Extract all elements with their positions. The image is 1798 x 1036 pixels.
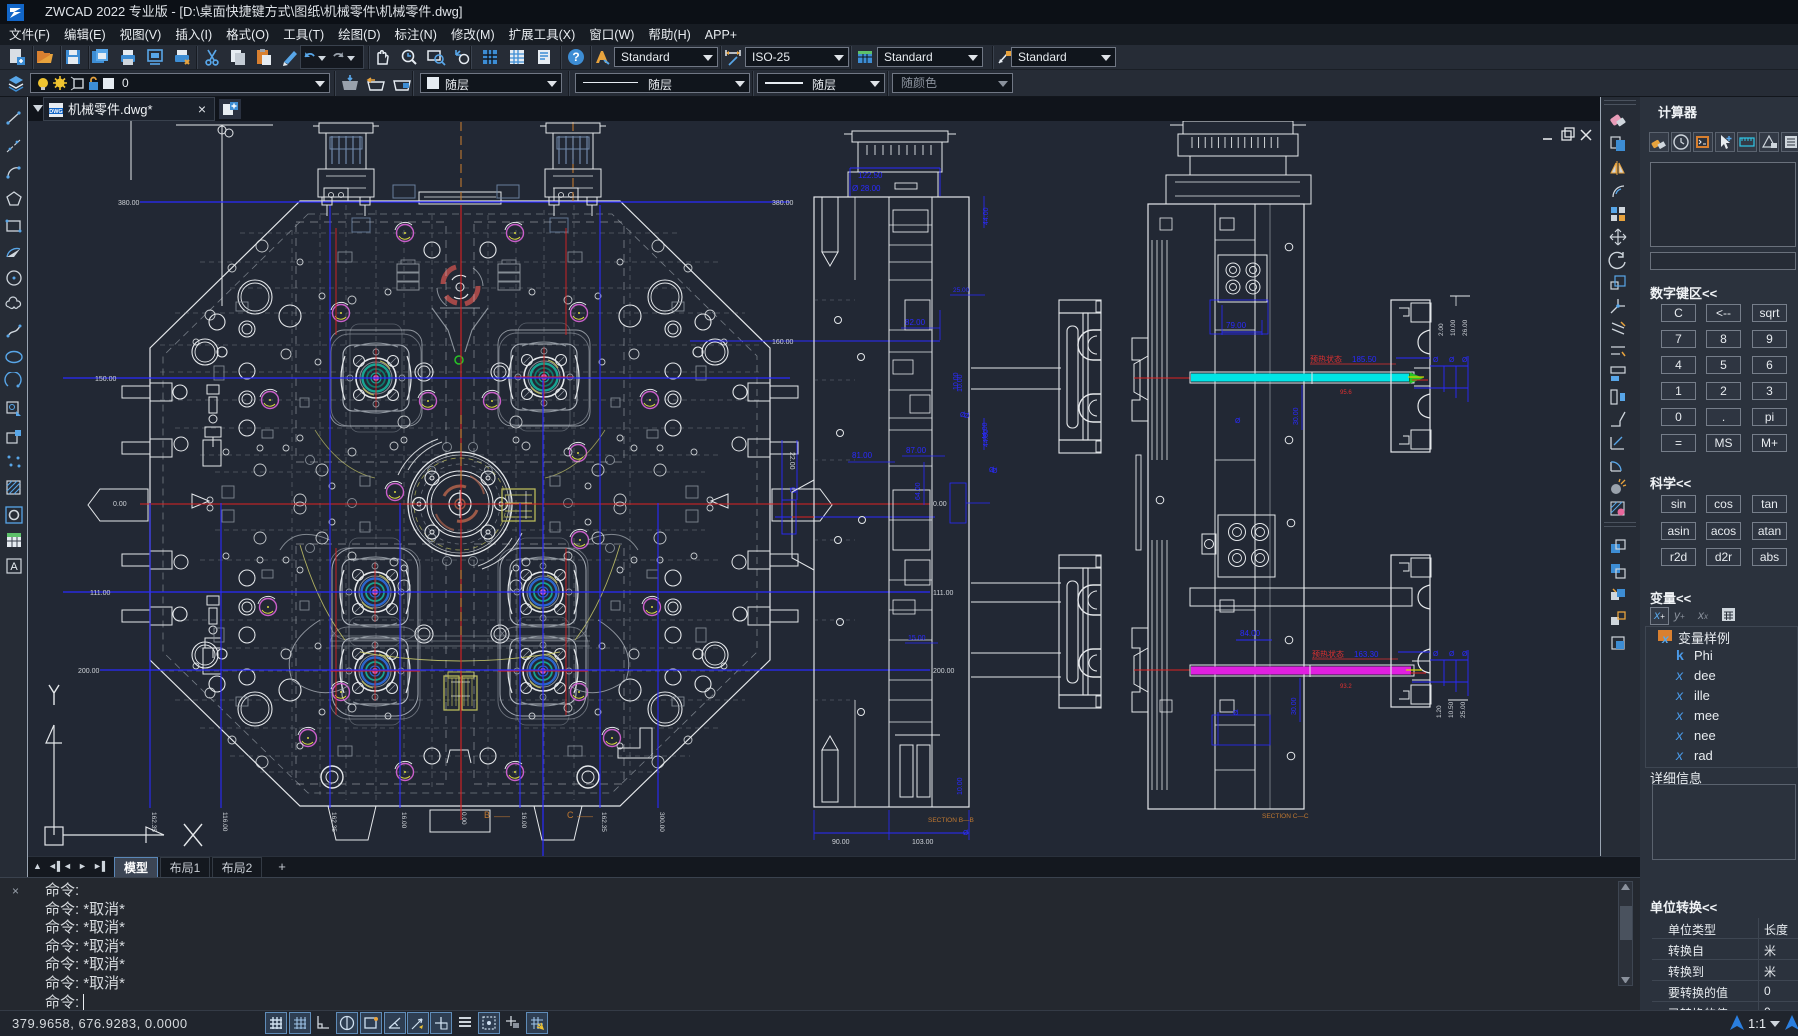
svg-text:Ø: Ø	[1235, 418, 1241, 425]
svg-text:10.00: 10.00	[957, 777, 964, 795]
svg-text:25.00: 25.00	[1460, 701, 1467, 718]
svg-text:DWG: DWG	[49, 109, 62, 115]
svg-text:79.00: 79.00	[1226, 321, 1247, 330]
svg-text:103.00: 103.00	[912, 839, 934, 846]
svg-text:Ø: Ø	[1433, 651, 1439, 658]
svg-text:0.00: 0.00	[933, 501, 947, 508]
svg-text:300.00: 300.00	[658, 812, 665, 832]
svg-text:预热状态: 预热状态	[1310, 354, 1342, 364]
svg-text:25.00: 25.00	[953, 287, 970, 294]
svg-text:1.20: 1.20	[1436, 705, 1443, 718]
svg-text:——: ——	[577, 812, 593, 821]
svg-text:64.00: 64.00	[915, 482, 922, 500]
svg-text:B: B	[484, 810, 490, 820]
svg-text:16.00: 16.00	[520, 812, 527, 829]
svg-text:200.00: 200.00	[933, 668, 955, 675]
svg-text:?: ?	[572, 50, 579, 64]
svg-text:——: ——	[494, 812, 510, 821]
svg-text:87.00: 87.00	[906, 446, 927, 455]
svg-text:C: C	[567, 810, 574, 820]
svg-text:Ø: Ø	[989, 467, 995, 474]
svg-text:380.00: 380.00	[118, 200, 140, 207]
svg-text:Ø: Ø	[1449, 357, 1455, 364]
svg-text:116.00: 116.00	[221, 812, 228, 832]
svg-text:90.00: 90.00	[832, 839, 850, 846]
svg-text:111.00: 111.00	[90, 590, 110, 597]
svg-text:0.00: 0.00	[113, 501, 127, 508]
svg-text:SECTION C—C: SECTION C—C	[1262, 813, 1309, 820]
svg-text:Ø 28.00: Ø 28.00	[852, 184, 881, 193]
svg-text:0.00: 0.00	[460, 812, 467, 825]
svg-text:A: A	[10, 561, 18, 573]
svg-text:81.00: 81.00	[852, 451, 873, 460]
svg-text:93.2: 93.2	[1340, 684, 1352, 690]
svg-text:16.00: 16.00	[400, 812, 407, 829]
svg-text:150.00: 150.00	[95, 376, 117, 383]
svg-text:22.00: 22.00	[788, 452, 795, 470]
svg-text:10.50: 10.50	[1448, 701, 1455, 718]
svg-text:160.00: 160.00	[772, 339, 794, 346]
svg-text:380.00: 380.00	[772, 200, 794, 207]
svg-text:SECTION B—B: SECTION B—B	[928, 817, 974, 824]
svg-text:84.00: 84.00	[1240, 629, 1261, 638]
svg-text:163.30: 163.30	[1354, 650, 1379, 659]
svg-text:95.6: 95.6	[1340, 390, 1352, 396]
svg-text:162.35: 162.35	[600, 812, 607, 832]
svg-text:44.00: 44.00	[982, 422, 989, 440]
svg-text:Ø: Ø	[1233, 710, 1239, 717]
svg-text:30.00: 30.00	[1293, 407, 1300, 425]
svg-text:Ø: Ø	[1462, 651, 1468, 658]
svg-text:Ø: Ø	[960, 412, 966, 419]
svg-text:200.00: 200.00	[78, 668, 100, 675]
svg-text:15.00: 15.00	[908, 635, 926, 642]
svg-text:Ø: Ø	[1462, 357, 1468, 364]
svg-text:185.50: 185.50	[1352, 355, 1377, 364]
svg-text:10.00: 10.00	[1450, 319, 1457, 336]
svg-text:Ø: Ø	[1449, 651, 1455, 658]
svg-text:2.00: 2.00	[1438, 323, 1445, 336]
svg-text:30.00: 30.00	[1291, 697, 1298, 715]
svg-text:Ø: Ø	[1433, 357, 1439, 364]
svg-text:162.35: 162.35	[330, 812, 337, 832]
svg-text:10.00: 10.00	[953, 372, 960, 390]
svg-text:82.00: 82.00	[905, 318, 926, 327]
svg-text:预热状态: 预热状态	[1312, 649, 1344, 659]
svg-text:26.00: 26.00	[1462, 319, 1469, 336]
svg-text:111.00: 111.00	[933, 590, 953, 597]
svg-text:122.50: 122.50	[858, 171, 883, 180]
